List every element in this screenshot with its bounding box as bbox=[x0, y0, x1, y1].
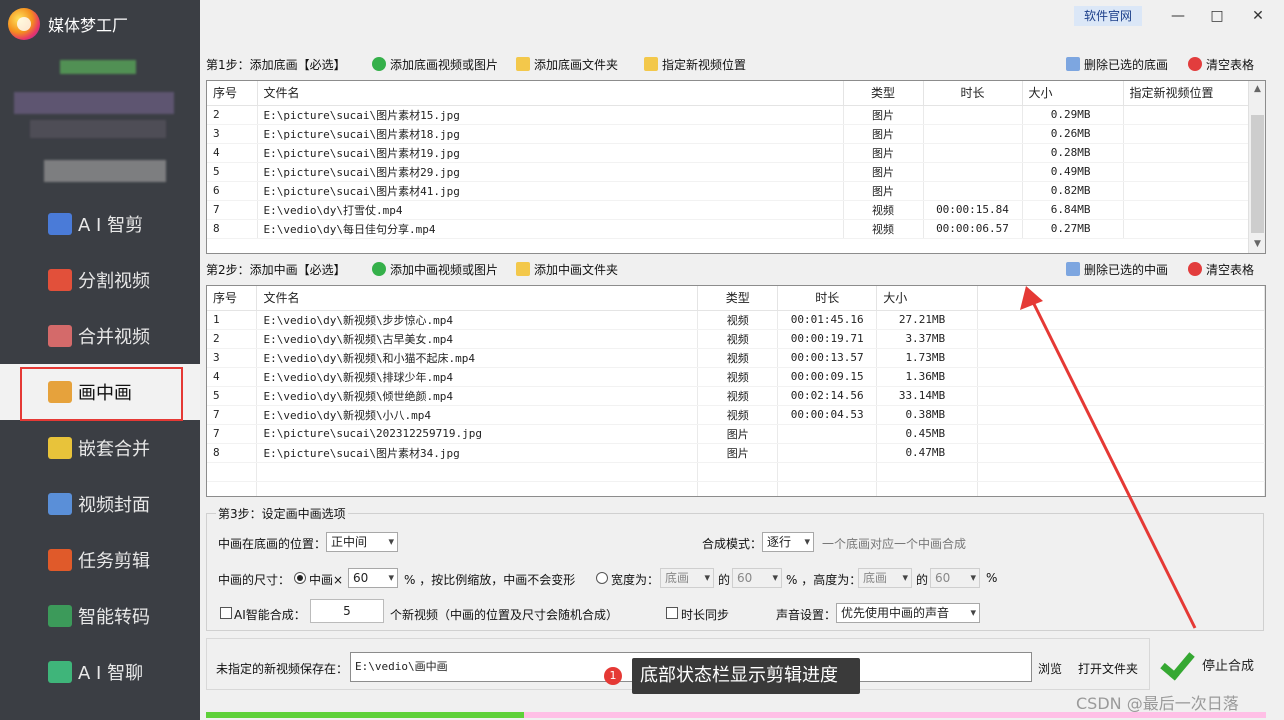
sidebar-item-label: 智能转码 bbox=[78, 607, 150, 628]
picture-in-picture-icon bbox=[48, 381, 72, 403]
nested-merge-icon bbox=[48, 437, 72, 459]
app-header: 媒体梦工厂 bbox=[8, 6, 128, 42]
sidebar-item-label: 视频封面 bbox=[78, 495, 150, 516]
ai-chat-icon bbox=[48, 661, 72, 683]
sidebar-nav: A I 智剪 分割视频合并视频画中画嵌套合并视频封面任务剪辑智能转码 A I 智聊 bbox=[0, 196, 200, 700]
watermark: CSDN @最后一次日落 bbox=[1076, 694, 1239, 713]
ai-cut-icon bbox=[48, 213, 72, 235]
blurred-account-info bbox=[30, 120, 166, 138]
video-cover-icon bbox=[48, 493, 72, 515]
blurred-account-info bbox=[44, 160, 166, 182]
sidebar-item[interactable]: A I 智聊 bbox=[0, 644, 200, 700]
sidebar-item[interactable]: 智能转码 bbox=[0, 588, 200, 644]
sidebar: 媒体梦工厂 A I 智剪 分割视频 合并视频 画中画 嵌套合并 视频封面 任务剪辑 智能转码 A… bbox=[0, 0, 200, 720]
sidebar-item-label: 任务剪辑 bbox=[78, 551, 150, 572]
sidebar-item-label: A I 智剪 bbox=[78, 215, 144, 236]
blurred-account-info bbox=[60, 60, 136, 74]
sidebar-item-label: A I 智聊 bbox=[78, 663, 144, 684]
smart-transcode-icon bbox=[48, 605, 72, 627]
annotation-arrow bbox=[1020, 286, 1197, 629]
sidebar-item[interactable]: 视频封面 bbox=[0, 476, 200, 532]
sidebar-item[interactable]: 任务剪辑 bbox=[0, 532, 200, 588]
sidebar-item-label: 嵌套合并 bbox=[78, 439, 150, 460]
sidebar-item[interactable]: 画中画 bbox=[0, 364, 200, 421]
blurred-account-info bbox=[14, 92, 174, 114]
sidebar-item[interactable]: 嵌套合并 bbox=[0, 420, 200, 476]
sidebar-item[interactable]: A I 智剪 bbox=[0, 196, 200, 252]
sidebar-item[interactable]: 合并视频 bbox=[0, 308, 200, 364]
sidebar-item-label: 分割视频 bbox=[78, 271, 150, 292]
sidebar-item-label: 画中画 bbox=[78, 383, 132, 404]
app-logo-icon bbox=[8, 8, 40, 40]
main-panel: 软件官网 — □ ✕ 第1步：添加底画【必选】 添加底画视频或图片 添加底画文件… bbox=[200, 0, 1284, 720]
task-edit-icon bbox=[48, 549, 72, 571]
split-video-icon bbox=[48, 269, 72, 291]
merge-video-icon bbox=[48, 325, 72, 347]
sidebar-item[interactable]: 分割视频 bbox=[0, 252, 200, 308]
app-title: 媒体梦工厂 bbox=[48, 16, 129, 35]
sidebar-item-label: 合并视频 bbox=[78, 327, 150, 348]
